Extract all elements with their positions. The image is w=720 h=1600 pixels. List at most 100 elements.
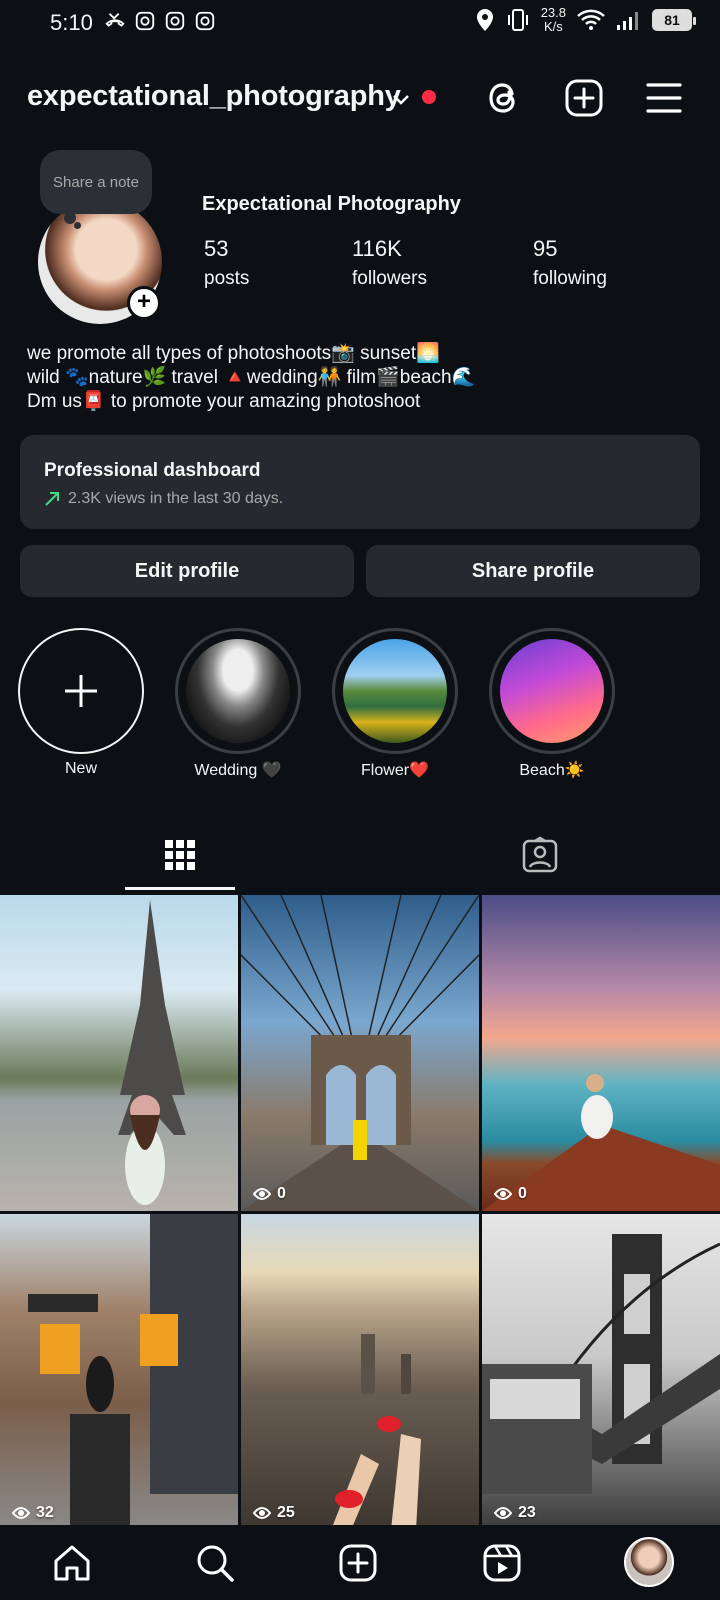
tagged-person-icon bbox=[522, 836, 558, 873]
eye-icon bbox=[253, 1188, 271, 1200]
create-icon[interactable] bbox=[336, 1541, 380, 1585]
trend-up-icon bbox=[45, 492, 59, 506]
post-view-count: 32 bbox=[36, 1504, 54, 1521]
vibrate-icon bbox=[507, 9, 528, 31]
network-speed-value: 23.8 bbox=[540, 5, 566, 20]
boat-image bbox=[482, 1074, 720, 1211]
highlight-beach[interactable]: Beach☀️ bbox=[489, 628, 615, 780]
profile-header: expectational_photography bbox=[0, 70, 720, 126]
stat-label: followers bbox=[352, 268, 427, 289]
tab-tagged[interactable] bbox=[485, 820, 595, 890]
chevron-down-icon[interactable] bbox=[390, 88, 412, 110]
tab-posts-grid[interactable] bbox=[125, 820, 235, 890]
post-view-count: 0 bbox=[518, 1185, 527, 1202]
bio-line: Dm us📮 to promote your amazing photoshoo… bbox=[27, 391, 421, 412]
menu-icon[interactable] bbox=[642, 76, 686, 120]
profile-tab-avatar[interactable] bbox=[624, 1537, 674, 1587]
stat-followers[interactable]: 116K followers bbox=[352, 236, 427, 290]
highlight-cover-image bbox=[500, 639, 604, 743]
highlight-label: Wedding 🖤 bbox=[194, 762, 282, 779]
display-name: Expectational Photography bbox=[202, 193, 461, 215]
professional-dashboard[interactable]: Professional dashboard 2.3K views in the… bbox=[20, 435, 700, 529]
bridge-image bbox=[241, 895, 479, 1211]
post-views: 0 bbox=[253, 1185, 286, 1203]
eye-icon bbox=[494, 1507, 512, 1519]
add-story-icon[interactable]: + bbox=[127, 286, 161, 320]
dashboard-views-text: 2.3K views in the last 30 days. bbox=[68, 490, 284, 507]
post-thumbnail[interactable]: 23 bbox=[482, 1214, 720, 1530]
stat-label: posts bbox=[204, 268, 250, 289]
share-profile-button[interactable]: Share profile bbox=[366, 545, 700, 597]
highlight-label: Beach☀️ bbox=[519, 762, 585, 779]
search-icon[interactable] bbox=[193, 1541, 237, 1585]
reels-icon[interactable] bbox=[480, 1541, 524, 1585]
post-views: 32 bbox=[12, 1504, 54, 1522]
stat-value: 95 bbox=[533, 236, 558, 261]
stat-posts[interactable]: 53 posts bbox=[204, 236, 249, 290]
status-bar: 5:10 23.8 K/s 81 bbox=[0, 0, 720, 46]
network-speed-unit: K/s bbox=[543, 19, 563, 34]
instagram-notification-icon bbox=[165, 11, 185, 31]
highlight-label: Flower❤️ bbox=[361, 762, 429, 779]
city-aerial-image bbox=[331, 1334, 421, 1530]
note-bubble-tail bbox=[74, 222, 81, 229]
home-icon[interactable] bbox=[50, 1541, 94, 1585]
stat-value: 53 bbox=[204, 236, 229, 261]
network-speed: 23.8 K/s bbox=[541, 6, 566, 34]
highlight-new[interactable]: New bbox=[18, 628, 144, 778]
plus-icon bbox=[65, 675, 97, 707]
share-note-bubble[interactable]: Share a note bbox=[40, 150, 152, 214]
highlight-label: New bbox=[64, 760, 97, 777]
post-view-count: 0 bbox=[277, 1185, 286, 1202]
eiffel-tower-image bbox=[118, 900, 186, 1205]
posts-grid: 0 0 32 25 23 bbox=[0, 895, 720, 1530]
stat-following[interactable]: 95 following bbox=[533, 236, 607, 290]
instagram-notification-icon bbox=[195, 11, 215, 31]
highlight-cover-image bbox=[186, 639, 290, 743]
highlight-wedding[interactable]: Wedding 🖤 bbox=[175, 628, 301, 780]
dashboard-title: Professional dashboard bbox=[44, 460, 261, 481]
instagram-notification-icon bbox=[135, 11, 155, 31]
signal-icon bbox=[617, 12, 638, 30]
highlight-cover-image bbox=[343, 639, 447, 743]
status-right-icons: 23.8 K/s 81 bbox=[475, 6, 696, 34]
threads-icon[interactable] bbox=[482, 76, 526, 120]
post-view-count: 23 bbox=[518, 1504, 536, 1521]
status-left-icons bbox=[104, 10, 216, 32]
bio: we promote all types of photoshoots📸 sun… bbox=[27, 342, 687, 414]
post-thumbnail[interactable] bbox=[0, 895, 238, 1211]
post-thumbnail[interactable]: 32 bbox=[0, 1214, 238, 1530]
highlight-ring bbox=[175, 628, 301, 754]
highlight-flower[interactable]: Flower❤️ bbox=[332, 628, 458, 780]
battery-indicator: 81 bbox=[652, 9, 696, 31]
manhattan-bridge-image bbox=[482, 1234, 720, 1494]
username[interactable]: expectational_photography bbox=[27, 80, 401, 113]
stat-value: 116K bbox=[352, 236, 402, 261]
edit-profile-button[interactable]: Edit profile bbox=[20, 545, 354, 597]
highlight-ring bbox=[332, 628, 458, 754]
missed-call-icon bbox=[105, 13, 125, 27]
bio-line: we promote all types of photoshoots📸 sun… bbox=[27, 343, 440, 364]
active-tab-indicator bbox=[125, 887, 235, 890]
grid-icon bbox=[165, 840, 195, 870]
highlight-ring bbox=[18, 628, 144, 754]
location-icon bbox=[476, 9, 493, 31]
bio-line: wild 🐾nature🌿 travel 🔺wedding🧑‍🤝‍🧑 film🎬… bbox=[27, 367, 476, 388]
eye-icon bbox=[494, 1188, 512, 1200]
post-thumbnail[interactable]: 0 bbox=[241, 895, 479, 1211]
post-views: 0 bbox=[494, 1185, 527, 1203]
eye-icon bbox=[12, 1507, 30, 1519]
post-view-count: 25 bbox=[277, 1504, 295, 1521]
wifi-icon bbox=[577, 9, 605, 30]
post-thumbnail[interactable]: 0 bbox=[482, 895, 720, 1211]
bottom-navigation bbox=[0, 1525, 720, 1600]
create-post-icon[interactable] bbox=[562, 76, 606, 120]
post-views: 23 bbox=[494, 1504, 536, 1522]
eye-icon bbox=[253, 1507, 271, 1519]
dashboard-subtitle: 2.3K views in the last 30 days. bbox=[44, 490, 283, 508]
post-views: 25 bbox=[253, 1504, 295, 1522]
status-time: 5:10 bbox=[50, 10, 93, 35]
post-thumbnail[interactable]: 25 bbox=[241, 1214, 479, 1530]
highlight-ring bbox=[489, 628, 615, 754]
city-street-image bbox=[28, 1214, 238, 1530]
